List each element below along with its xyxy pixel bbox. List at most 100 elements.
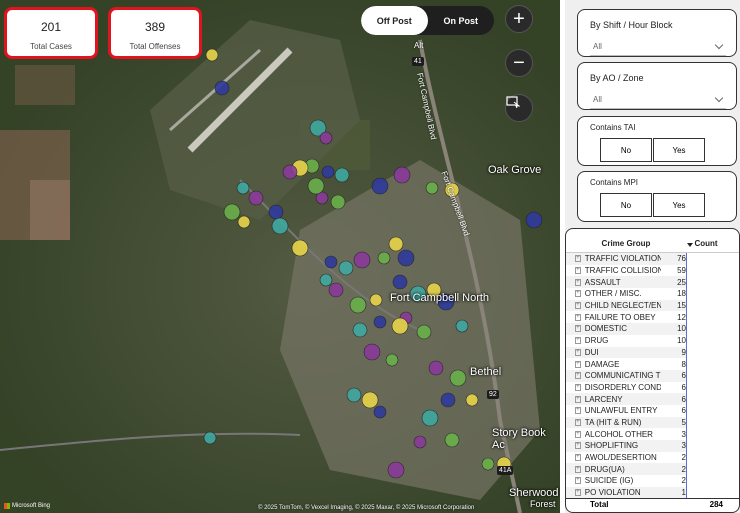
table-row[interactable]: + FAILURE TO OBEY 12	[566, 311, 686, 323]
incident-marker[interactable]	[203, 431, 217, 445]
expand-plus-icon[interactable]: +	[575, 360, 581, 368]
incident-marker[interactable]	[373, 405, 387, 419]
incident-marker[interactable]	[391, 317, 409, 335]
incident-marker[interactable]	[397, 249, 415, 267]
table-row[interactable]: + ASSAULT 25	[566, 276, 686, 289]
on-post-button[interactable]: On Post	[428, 6, 495, 35]
table-row[interactable]: + SUICIDE (IG) 2	[566, 475, 686, 487]
mpi-yes-button[interactable]: Yes	[653, 193, 705, 217]
table-row[interactable]: +COMMUNICATING TH... 6	[566, 369, 686, 382]
table-row[interactable]: + DRUG(UA) 2	[566, 463, 686, 476]
expand-plus-icon[interactable]: +	[575, 442, 581, 450]
expand-plus-icon[interactable]: +	[575, 430, 581, 438]
expand-plus-icon[interactable]: +	[575, 477, 581, 485]
incident-marker[interactable]	[319, 273, 333, 287]
incident-marker[interactable]	[291, 239, 309, 257]
incident-marker[interactable]	[307, 177, 325, 195]
incident-marker[interactable]	[481, 457, 495, 471]
expand-plus-icon[interactable]: +	[575, 267, 581, 275]
post-toggle[interactable]: Off Post On Post	[361, 6, 494, 35]
incident-marker[interactable]	[387, 461, 405, 479]
incident-marker[interactable]	[223, 203, 241, 221]
table-row[interactable]: + ALCOHOL OTHER 3	[566, 428, 686, 440]
incident-marker[interactable]	[393, 166, 411, 184]
incident-marker[interactable]	[319, 131, 333, 145]
table-row[interactable]: + LARCENY 6	[566, 393, 686, 405]
table-row[interactable]: +CHILD NEGLECT/ENDA... 15	[566, 299, 686, 312]
table-row[interactable]: + UNLAWFUL ENTRY 6	[566, 405, 686, 417]
incident-marker[interactable]	[248, 190, 264, 206]
incident-marker[interactable]	[330, 194, 346, 210]
incident-marker[interactable]	[369, 293, 383, 307]
ao-zone-dropdown[interactable]: All	[590, 91, 726, 109]
expand-plus-icon[interactable]: +	[575, 290, 581, 298]
incident-marker[interactable]	[205, 48, 219, 62]
incident-marker[interactable]	[363, 343, 381, 361]
table-row[interactable]: + DRUG 10	[566, 335, 686, 347]
table-row[interactable]: + AWOL/DESERTION 2	[566, 452, 686, 464]
incident-marker[interactable]	[328, 282, 344, 298]
incident-marker[interactable]	[349, 296, 367, 314]
expand-plus-icon[interactable]: +	[575, 337, 581, 345]
expand-plus-icon[interactable]: +	[575, 489, 581, 497]
expand-plus-icon[interactable]: +	[575, 395, 581, 403]
incident-marker[interactable]	[346, 387, 362, 403]
incident-marker[interactable]	[321, 165, 335, 179]
table-row[interactable]: + DAMAGE 8	[566, 358, 686, 370]
expand-plus-icon[interactable]: +	[575, 325, 581, 333]
expand-plus-icon[interactable]: +	[575, 465, 581, 473]
incident-marker[interactable]	[421, 409, 439, 427]
incident-marker[interactable]	[268, 204, 284, 220]
table-row[interactable]: + PO VIOLATION 1	[566, 486, 686, 499]
incident-marker[interactable]	[214, 80, 230, 96]
incident-marker[interactable]	[324, 255, 338, 269]
table-row[interactable]: + DOMESTIC 10	[566, 323, 686, 335]
map-visual[interactable]: 201 Total Cases 389 Total Offenses Off P…	[0, 0, 560, 513]
incident-marker[interactable]	[352, 322, 368, 338]
incident-marker[interactable]	[525, 211, 543, 229]
incident-marker[interactable]	[271, 217, 289, 235]
incident-marker[interactable]	[385, 353, 399, 367]
expand-plus-icon[interactable]: +	[575, 302, 581, 310]
incident-marker[interactable]	[413, 435, 427, 449]
table-row[interactable]: + SHOPLIFTING 3	[566, 440, 686, 452]
expand-plus-icon[interactable]: +	[575, 372, 581, 380]
tai-no-button[interactable]: No	[600, 138, 652, 162]
incident-marker[interactable]	[282, 164, 298, 180]
table-row[interactable]: + TA (HIT & RUN) 5	[566, 416, 686, 429]
expand-plus-icon[interactable]: +	[575, 454, 581, 462]
expand-plus-icon[interactable]: +	[575, 407, 581, 415]
incident-marker[interactable]	[428, 360, 444, 376]
expand-plus-icon[interactable]: +	[575, 383, 581, 391]
incident-marker[interactable]	[465, 393, 479, 407]
incident-marker[interactable]	[236, 181, 250, 195]
table-row[interactable]: + OTHER / MISC. 18	[566, 288, 686, 300]
table-row[interactable]: + DUI 9	[566, 346, 686, 359]
incident-marker[interactable]	[449, 369, 467, 387]
count-header[interactable]: Count	[686, 239, 726, 248]
zoom-out-button[interactable]: −	[505, 49, 533, 77]
incident-marker[interactable]	[444, 432, 460, 448]
crime-group-header[interactable]: Crime Group	[566, 239, 686, 248]
table-row[interactable]: + TRAFFIC VIOLATION 76	[566, 253, 686, 265]
incident-marker[interactable]	[361, 391, 379, 409]
incident-marker[interactable]	[338, 260, 354, 276]
incident-marker[interactable]	[377, 251, 391, 265]
incident-marker[interactable]	[392, 274, 408, 290]
expand-plus-icon[interactable]: +	[575, 255, 581, 263]
table-row[interactable]: +DISORDERLY CONDUCT 6	[566, 382, 686, 394]
table-row[interactable]: + TRAFFIC COLLISION 59	[566, 265, 686, 277]
incident-marker[interactable]	[440, 392, 456, 408]
incident-marker[interactable]	[388, 236, 404, 252]
incident-marker[interactable]	[353, 251, 371, 269]
shift-dropdown[interactable]: All	[590, 38, 726, 56]
incident-marker[interactable]	[416, 324, 432, 340]
incident-marker[interactable]	[425, 181, 439, 195]
mpi-no-button[interactable]: No	[600, 193, 652, 217]
incident-marker[interactable]	[334, 167, 350, 183]
incident-marker[interactable]	[371, 177, 389, 195]
incident-marker[interactable]	[455, 319, 469, 333]
expand-plus-icon[interactable]: +	[575, 278, 581, 286]
zoom-in-button[interactable]: +	[505, 5, 533, 33]
off-post-button[interactable]: Off Post	[361, 6, 428, 35]
